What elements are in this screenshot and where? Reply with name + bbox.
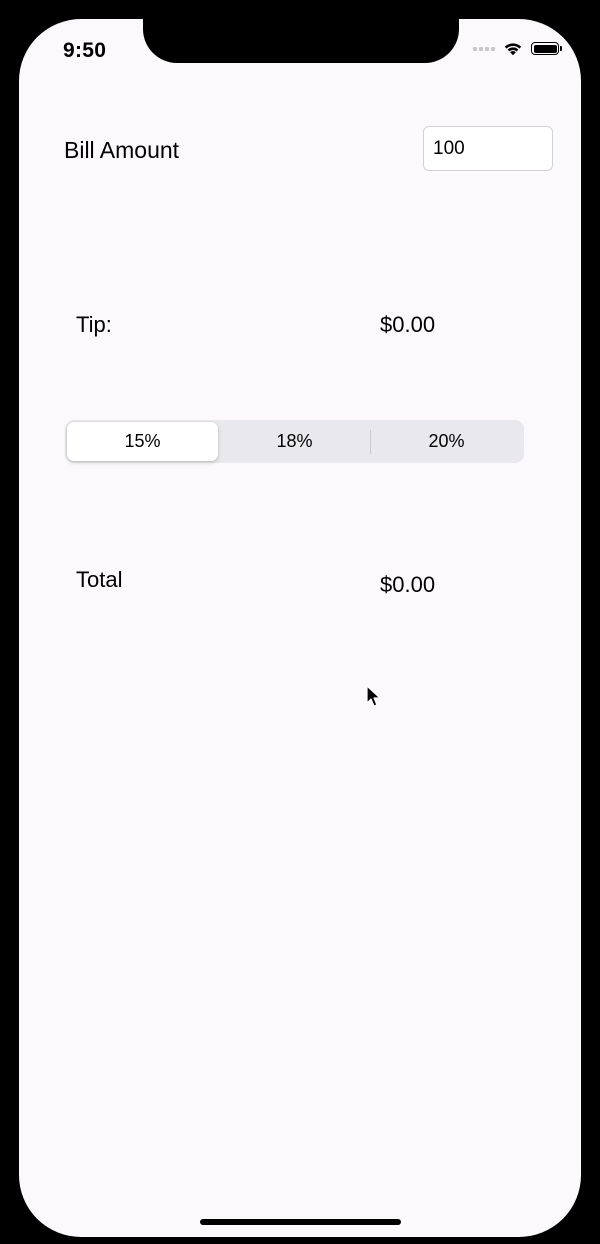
cellular-signal-icon	[473, 46, 495, 51]
device-frame: 9:50 Bill Amount Tip: $0.00 15% 18% 20%	[0, 0, 600, 1244]
home-indicator[interactable]	[200, 1219, 401, 1225]
tip-value: $0.00	[380, 312, 436, 337]
status-time: 9:50	[63, 39, 107, 62]
tip-label: Tip:	[76, 312, 112, 337]
status-icons	[473, 41, 562, 56]
total-label: Total	[76, 567, 123, 592]
device-notch	[143, 19, 459, 63]
tip-option-15[interactable]: 15%	[67, 422, 218, 461]
battery-icon	[531, 42, 562, 55]
tip-option-20[interactable]: 20%	[371, 422, 522, 461]
total-value: $0.00	[380, 572, 436, 597]
tip-percentage-selector: 15% 18% 20%	[65, 420, 524, 463]
wifi-icon	[504, 43, 522, 56]
tip-option-18[interactable]: 18%	[219, 422, 370, 461]
mouse-cursor-icon	[366, 685, 381, 707]
app-screen: 9:50 Bill Amount Tip: $0.00 15% 18% 20%	[19, 19, 581, 1237]
bill-amount-input[interactable]	[423, 126, 553, 171]
bill-amount-label: Bill Amount	[64, 137, 180, 163]
